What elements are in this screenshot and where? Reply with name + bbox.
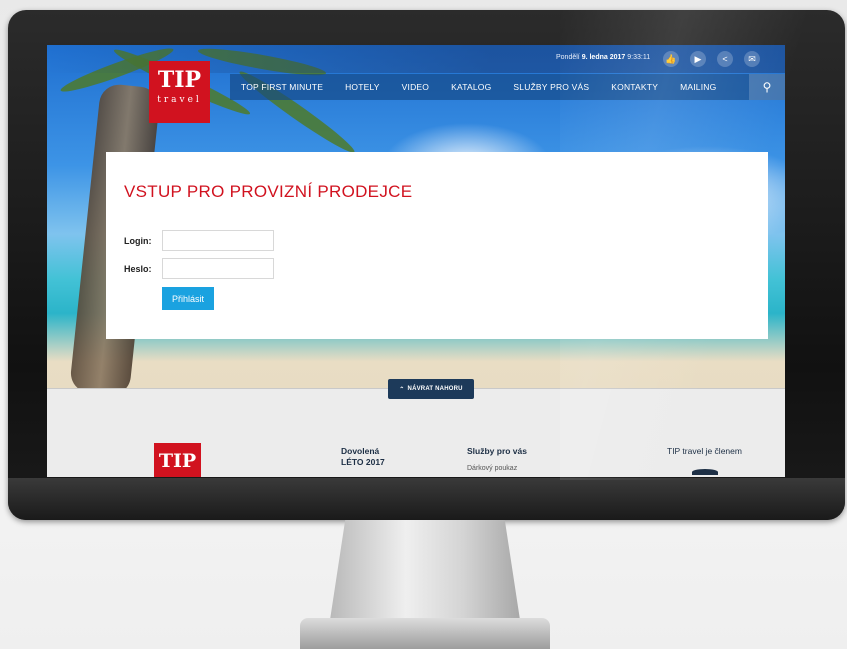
back-to-top-button[interactable]: ⌃ NÁVRAT NAHORU	[388, 379, 474, 399]
nav-video[interactable]: VIDEO	[391, 82, 440, 92]
login-label: Login:	[124, 236, 152, 246]
date-prefix: Pondělí	[556, 54, 580, 61]
password-input[interactable]	[162, 258, 274, 279]
logo-subtext: travel	[157, 95, 202, 105]
nav-hotely[interactable]: HOTELY	[334, 82, 391, 92]
nav-katalog[interactable]: KATALOG	[440, 82, 502, 92]
footer-col-summer[interactable]: Dovolená LÉTO 2017	[341, 446, 385, 468]
login-card: VSTUP PRO PROVIZNÍ PRODEJCE Login: Heslo…	[106, 152, 768, 339]
nav-kontakty[interactable]: KONTAKTY	[600, 82, 669, 92]
search-icon[interactable]: ⚲	[749, 74, 785, 100]
logo-text: TIP	[157, 67, 202, 93]
time-text: 9:33:11	[627, 54, 651, 61]
nav-sluzby[interactable]: SLUŽBY PRO VÁS	[502, 82, 600, 92]
password-label: Heslo:	[124, 264, 152, 274]
tip-travel-logo[interactable]: TIP travel	[149, 61, 210, 123]
monitor-chin	[8, 478, 845, 520]
login-button[interactable]: Přihlásit	[162, 287, 214, 310]
back-to-top-label: NÁVRAT NAHORU	[407, 386, 463, 392]
monitor-stand-base	[300, 618, 550, 649]
footer-col-summer-line1: Dovolená	[341, 446, 380, 456]
login-title: VSTUP PRO PROVIZNÍ PRODEJCE	[124, 182, 413, 201]
chevron-up-icon: ⌃	[399, 386, 405, 393]
play-icon[interactable]: ▶	[690, 51, 706, 67]
social-icons: 👍 ▶ < ✉	[663, 51, 760, 67]
nav-mailing[interactable]: MAILING	[669, 82, 727, 92]
thumbs-up-icon[interactable]: 👍	[663, 51, 679, 67]
ship-logo	[692, 469, 718, 475]
share-icon[interactable]: <	[717, 51, 733, 67]
footer-member-text: TIP travel je členem	[667, 446, 742, 456]
mail-icon[interactable]: ✉	[744, 51, 760, 67]
footer-logo[interactable]: TIP	[154, 443, 201, 477]
date-bold: 9. ledna 2017	[581, 54, 626, 61]
monitor-stand-neck	[330, 520, 520, 620]
login-input[interactable]	[162, 230, 274, 251]
footer-col-summer-line2: LÉTO 2017	[341, 457, 385, 467]
screen: Pondělí 9. ledna 2017 9:33:11 👍 ▶ < ✉ TI…	[47, 45, 785, 477]
main-nav: TOP FIRST MINUTE HOTELY VIDEO KATALOG SL…	[230, 74, 785, 100]
date-time: Pondělí 9. ledna 2017 9:33:11	[556, 54, 650, 61]
footer-link-gift-voucher[interactable]: Dárkový poukaz	[467, 465, 517, 472]
nav-top-first-minute[interactable]: TOP FIRST MINUTE	[230, 82, 334, 92]
footer-col-services-title: Služby pro vás	[467, 446, 527, 456]
footer: TIP Dovolená LÉTO 2017 Služby pro vás Dá…	[47, 389, 785, 477]
